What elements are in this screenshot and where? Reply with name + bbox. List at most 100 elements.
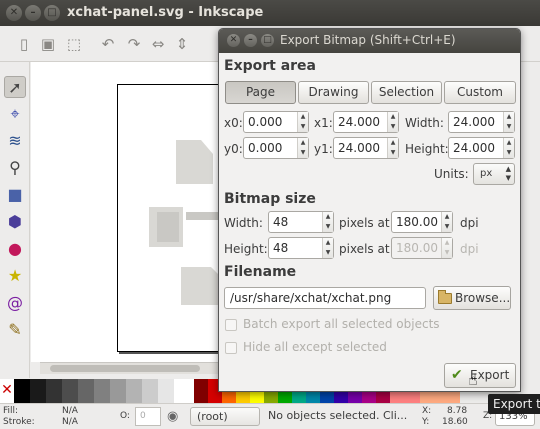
area-width-spinbox[interactable]: 24.000 ▲ ▼ <box>448 111 515 133</box>
x0-spinbox[interactable]: 0.000 ▲ ▼ <box>243 111 309 133</box>
3d-box-tool-icon[interactable]: ⬢ <box>4 211 26 233</box>
browse-label: Browse... <box>455 291 511 305</box>
swatch[interactable] <box>142 379 158 403</box>
x0-value: 0.000 <box>248 115 283 129</box>
no-paint-swatch[interactable]: ✕ <box>0 379 14 403</box>
scrollbar-thumb[interactable] <box>50 365 200 372</box>
rectangle-tool-icon[interactable]: ■ <box>4 184 26 206</box>
dpi-y-spinbox: 180.00 ▲ ▼ <box>391 237 453 259</box>
tweak-tool-icon[interactable]: ≋ <box>4 130 26 152</box>
opacity-spinbox[interactable]: 0 <box>135 407 161 426</box>
fill-value: N/A <box>62 406 78 416</box>
x1-spinbox[interactable]: 24.000 ▲ ▼ <box>333 111 399 133</box>
swatch[interactable] <box>14 379 30 403</box>
flip-vertical-icon[interactable]: ⇕ <box>172 34 192 54</box>
y1-spinbox[interactable]: 24.000 ▲ ▼ <box>333 137 399 159</box>
spin-arrows-icon[interactable]: ▲ ▼ <box>503 112 514 132</box>
window-title: xchat-panel.svg - Inkscape <box>67 5 264 20</box>
export-area-drawing-button[interactable]: Drawing <box>298 81 369 104</box>
dropdown-arrows-icon: ▲ ▼ <box>505 165 511 182</box>
spin-arrows-icon[interactable]: ▲ ▼ <box>322 212 333 232</box>
x-coord-value: 8.78 <box>447 406 468 416</box>
swatch[interactable] <box>174 379 194 403</box>
units-label: Units: <box>434 167 469 181</box>
swatch[interactable] <box>94 379 110 403</box>
bitmap-width-spinbox[interactable]: 48 ▲ ▼ <box>268 211 334 233</box>
mouse-pointer-icon: ☝ <box>468 370 478 389</box>
hide-all-label: Hide all except selected <box>243 340 387 354</box>
batch-export-checkbox[interactable] <box>225 319 237 331</box>
x0-label: x0: <box>224 116 243 130</box>
swatch[interactable] <box>78 379 94 403</box>
swatch[interactable] <box>126 379 142 403</box>
new-document-icon[interactable]: ▯ <box>14 34 34 54</box>
export-area-custom-button[interactable]: Custom <box>444 81 516 104</box>
spin-arrows-icon: ▲ ▼ <box>441 238 452 258</box>
spin-arrows-icon[interactable]: ▲ ▼ <box>387 112 398 132</box>
height-label: Height: <box>405 142 449 156</box>
export-area-selection-button[interactable]: Selection <box>371 81 442 104</box>
spiral-tool-icon[interactable]: @ <box>4 292 26 314</box>
dialog-close-button[interactable]: ✕ <box>227 34 240 47</box>
bitmap-height-value: 48 <box>273 241 289 255</box>
y0-label: y0: <box>224 142 243 156</box>
layer-visibility-icon[interactable]: ◉ <box>167 409 178 424</box>
export-tooltip: Export the <box>488 394 540 414</box>
hide-all-checkbox[interactable] <box>225 342 237 354</box>
export-button[interactable]: ✔ Export <box>444 363 516 388</box>
swatch[interactable] <box>30 379 46 403</box>
swatch[interactable] <box>62 379 78 403</box>
flip-horizontal-icon[interactable]: ⇔ <box>148 34 168 54</box>
statusbar: Fill: N/A Stroke: N/A O: 0 ◉ (root) No o… <box>0 403 540 429</box>
y-coord-label: Y: <box>422 417 430 427</box>
pixels-at-label: pixels at <box>339 242 390 256</box>
pixels-at-label: pixels at <box>339 216 390 230</box>
filename-input[interactable]: /usr/share/xchat/xchat.png <box>224 287 426 309</box>
dialog-minimize-button[interactable]: – <box>244 34 257 47</box>
filename-heading: Filename <box>224 264 297 280</box>
pencil-tool-icon[interactable]: ✎ <box>4 319 26 341</box>
zoom-tool-icon[interactable]: ⚲ <box>4 157 26 179</box>
close-window-button[interactable]: ✕ <box>6 5 22 21</box>
dpi-x-value: 180.00 <box>396 215 438 229</box>
dialog-title: Export Bitmap (Shift+Ctrl+E) <box>280 33 456 47</box>
star-tool-icon[interactable]: ★ <box>4 265 26 287</box>
select-all-icon[interactable]: ▣ <box>38 34 58 54</box>
units-dropdown[interactable]: px ▲ ▼ <box>473 163 515 185</box>
horizontal-scrollbar[interactable] <box>40 362 220 374</box>
spin-arrows-icon[interactable]: ▲ ▼ <box>503 138 514 158</box>
layer-selector[interactable]: (root) <box>190 407 260 426</box>
area-height-value: 24.000 <box>453 141 495 155</box>
snap-controls-bar <box>520 62 540 378</box>
ellipse-tool-icon[interactable]: ● <box>4 238 26 260</box>
rotate-cw-icon[interactable]: ↷ <box>124 34 144 54</box>
select-all-in-all-layers-icon[interactable]: ⬚ <box>64 34 84 54</box>
spin-arrows-icon[interactable]: ▲ ▼ <box>322 238 333 258</box>
area-width-value: 24.000 <box>453 115 495 129</box>
swatch[interactable] <box>110 379 126 403</box>
y-coord-value: 18.60 <box>442 417 468 427</box>
swatch[interactable] <box>158 379 174 403</box>
units-value: px <box>480 168 493 179</box>
export-area-page-button[interactable]: Page <box>225 81 296 104</box>
spin-arrows-icon[interactable]: ▲ ▼ <box>441 212 452 232</box>
export-area-heading: Export area <box>224 58 316 74</box>
spin-arrows-icon[interactable]: ▲ ▼ <box>297 112 308 132</box>
width-label: Width: <box>405 116 444 130</box>
spin-arrows-icon[interactable]: ▲ ▼ <box>387 138 398 158</box>
y0-spinbox[interactable]: 0.000 ▲ ▼ <box>243 137 309 159</box>
minimize-window-button[interactable]: – <box>25 5 41 21</box>
dpi-x-spinbox[interactable]: 180.00 ▲ ▼ <box>391 211 453 233</box>
area-height-spinbox[interactable]: 24.000 ▲ ▼ <box>448 137 515 159</box>
rotate-ccw-icon[interactable]: ↶ <box>98 34 118 54</box>
browse-button[interactable]: Browse... <box>433 286 511 310</box>
selector-tool-icon[interactable]: ➚ <box>4 76 26 98</box>
swatch[interactable] <box>46 379 62 403</box>
spin-arrows-icon[interactable]: ▲ ▼ <box>297 138 308 158</box>
bitmap-height-spinbox[interactable]: 48 ▲ ▼ <box>268 237 334 259</box>
node-tool-icon[interactable]: ⌖ <box>4 103 26 125</box>
opacity-label: O: <box>120 411 130 421</box>
maximize-window-button[interactable]: □ <box>44 5 60 21</box>
swatch[interactable] <box>194 379 208 403</box>
dialog-maximize-button[interactable]: □ <box>261 34 274 47</box>
